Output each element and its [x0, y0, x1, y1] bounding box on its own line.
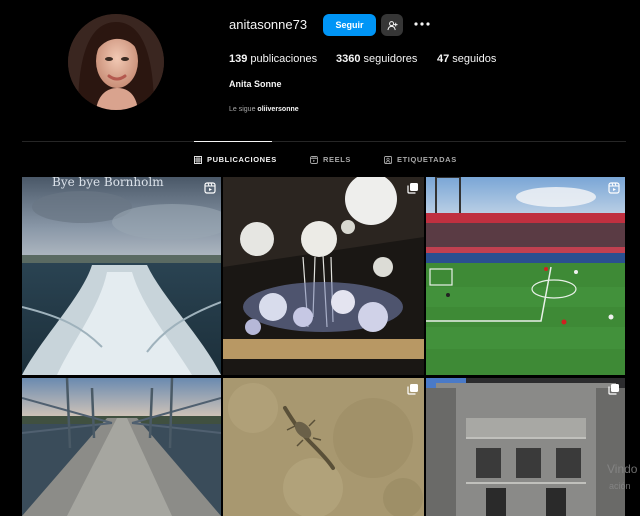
following-label: seguidos — [449, 53, 497, 65]
tagged-icon — [384, 155, 392, 164]
tab-reels-label: REELS — [323, 155, 352, 164]
add-user-icon — [386, 20, 398, 30]
post-thumbnail[interactable] — [22, 378, 221, 516]
tabs-divider — [22, 141, 626, 142]
grid-icon — [194, 155, 202, 164]
tab-posts-label: PUBLICACIONES — [207, 155, 277, 164]
followers-stat[interactable]: 3360 seguidores — [336, 53, 417, 65]
followers-label: seguidores — [360, 53, 418, 65]
carousel-icon — [608, 384, 619, 395]
reel-icon — [204, 182, 216, 194]
profile-avatar[interactable] — [68, 14, 164, 110]
post-thumbnail[interactable] — [426, 177, 625, 375]
wooden-bridge-image — [22, 378, 221, 516]
following-count: 47 — [437, 53, 450, 65]
suggested-users-button[interactable] — [381, 14, 403, 36]
active-tab-indicator — [194, 141, 272, 142]
os-activation-watermark: Vindo — [607, 462, 638, 476]
posts-count-stat: 139 publicaciones — [229, 53, 317, 65]
carousel-icon — [407, 183, 418, 194]
os-activation-watermark-sub: ación — [609, 481, 631, 491]
followed-by-prefix: Le sigue — [229, 106, 258, 113]
following-stat[interactable]: 47 seguidos — [437, 53, 496, 65]
reels-icon — [310, 155, 318, 164]
posts-label: publicaciones — [247, 53, 318, 65]
more-options-button[interactable] — [412, 16, 432, 32]
tower-facade-image — [426, 378, 625, 516]
followers-count: 3360 — [336, 53, 361, 65]
followed-by-text: Le sigue oliiversonne — [229, 106, 299, 113]
followed-by-user-link[interactable]: oliiversonne — [257, 106, 298, 113]
lantern-installation-image — [223, 177, 424, 375]
more-options-icon — [414, 22, 430, 26]
post-thumbnail[interactable]: Bye bye Bornholm — [22, 177, 221, 375]
football-stadium-image — [426, 177, 625, 375]
tab-tagged-label: ETIQUETADAS — [397, 155, 457, 164]
tab-tagged[interactable]: ETIQUETADAS — [384, 155, 457, 164]
follow-button[interactable]: Seguir — [323, 14, 376, 36]
profile-full-name: Anita Sonne — [229, 79, 282, 89]
ferry-wake-image — [22, 177, 221, 375]
post-thumbnail[interactable] — [223, 177, 424, 375]
posts-count: 139 — [229, 53, 248, 65]
tab-posts[interactable]: PUBLICACIONES — [194, 155, 277, 164]
lizard-on-sand-image — [223, 378, 424, 516]
carousel-icon — [407, 384, 418, 395]
post-overlay-text: Bye bye Bornholm — [52, 177, 164, 189]
post-thumbnail[interactable] — [426, 378, 625, 516]
profile-username: anitasonne73 — [229, 17, 308, 32]
reel-icon — [608, 182, 620, 194]
tab-reels[interactable]: REELS — [310, 155, 351, 164]
post-thumbnail[interactable] — [223, 378, 424, 516]
